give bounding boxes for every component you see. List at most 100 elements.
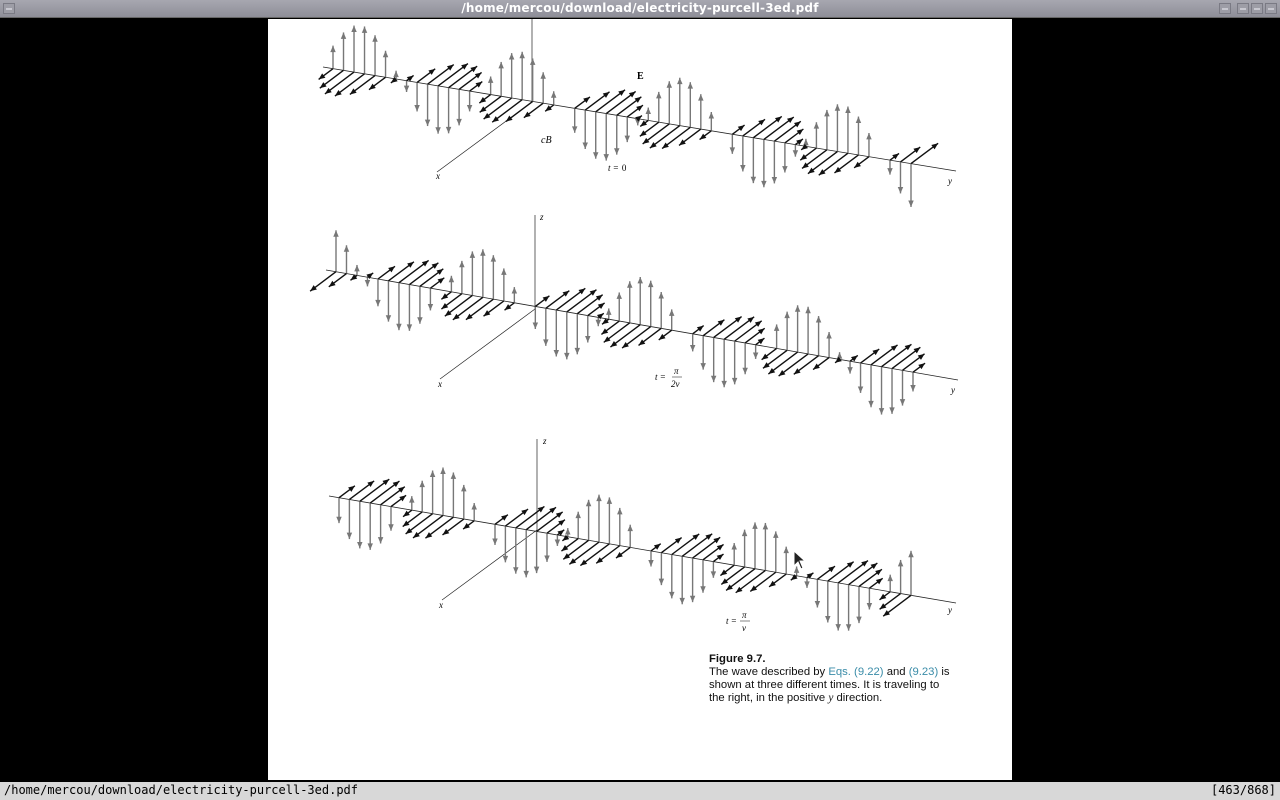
- b-field-arrow: [615, 546, 631, 559]
- arrow-head: [669, 591, 675, 599]
- b-field-arrow: [601, 318, 610, 325]
- e-field-arrow: [627, 524, 633, 548]
- e-field-arrow: [687, 82, 694, 128]
- b-field-arrow: [504, 508, 529, 527]
- b-field-arrow: [767, 351, 799, 375]
- b-field-arrow: [579, 543, 610, 567]
- arrow-head: [372, 35, 378, 42]
- e-field-arrow: [502, 526, 509, 563]
- e-field-arrow: [866, 588, 873, 610]
- arrow-head: [614, 148, 620, 155]
- e-field-arrow: [377, 504, 384, 544]
- arrow-head: [784, 311, 790, 319]
- b-field-arrow: [639, 119, 649, 128]
- arrow-head: [480, 249, 486, 256]
- b-field-arrow: [762, 349, 788, 369]
- b-field-arrow: [584, 91, 610, 111]
- arrow-head: [813, 122, 820, 129]
- b-field-arrow: [349, 74, 376, 96]
- b-field-arrow: [324, 71, 355, 95]
- e-field-arrow: [429, 470, 436, 514]
- minimize-button[interactable]: [1219, 3, 1231, 14]
- b-field-arrow: [369, 480, 400, 504]
- e-field-arrow: [461, 484, 467, 520]
- arrow-head: [750, 176, 757, 184]
- e-field-arrow: [731, 341, 738, 385]
- e-field-arrow: [710, 337, 717, 383]
- b-field-arrow: [719, 564, 735, 577]
- b-field-arrow: [462, 520, 475, 530]
- e-field-arrow: [571, 108, 578, 133]
- arrow-head: [595, 319, 601, 327]
- b-field-arrow: [801, 149, 828, 170]
- e-field-arrow: [742, 342, 748, 375]
- b-field-arrow: [429, 277, 445, 289]
- b-field-arrow: [712, 553, 724, 563]
- arrow-head: [409, 496, 415, 503]
- arrow-head: [824, 109, 830, 117]
- arrow-head: [773, 324, 780, 331]
- arrow-head: [403, 85, 410, 93]
- b-field-arrow: [881, 343, 912, 368]
- b-field-arrow: [505, 100, 534, 123]
- e-field-arrow: [824, 109, 830, 150]
- e-field-arrow: [480, 249, 486, 298]
- arrow-head: [375, 299, 381, 307]
- title-bar[interactable]: /home/mercou/download/electricity-purcel…: [0, 0, 1280, 18]
- pdf-page[interactable]: E cB x y t = 0 z x y t = π 2ν z x y t = π…: [268, 19, 1012, 780]
- arrow-head: [782, 166, 788, 173]
- arrow-head: [845, 624, 852, 631]
- arrow-head: [761, 180, 767, 188]
- e-field-arrow: [375, 279, 381, 307]
- arrow-head: [553, 350, 560, 357]
- b-field-arrow: [368, 76, 386, 91]
- arrow-head: [508, 53, 515, 60]
- arrow-head: [656, 91, 662, 99]
- arrow-head: [440, 467, 446, 474]
- e-field-arrow: [658, 292, 664, 329]
- e-field-arrow: [700, 559, 706, 593]
- e-field-arrow: [783, 546, 789, 575]
- b-field-arrow: [402, 509, 413, 518]
- maximize-button[interactable]: [1237, 3, 1249, 14]
- arrow-head: [677, 77, 683, 85]
- b-field-arrow: [734, 320, 763, 342]
- shade-button[interactable]: [1251, 3, 1263, 14]
- status-file-path: /home/mercou/download/electricity-purcel…: [4, 783, 359, 797]
- eq-link-9-23[interactable]: (9.23): [909, 666, 939, 678]
- arrow-head: [648, 560, 654, 567]
- x-axis-label-3: x: [438, 600, 443, 610]
- b-field-arrow: [556, 529, 565, 536]
- e-field-arrow: [490, 255, 497, 300]
- arrow-head: [700, 363, 706, 370]
- arrow-head: [429, 470, 436, 477]
- e-field-arrow: [419, 480, 425, 512]
- arrow-head: [543, 339, 549, 346]
- arrow-head: [596, 494, 602, 502]
- e-field-arrow: [382, 50, 389, 78]
- arrow-head: [354, 264, 360, 272]
- e-field-arrow: [330, 45, 336, 69]
- arrow-head: [627, 524, 633, 532]
- arrow-head: [450, 472, 457, 479]
- e-field-arrow: [498, 61, 504, 97]
- eq-link-9-22[interactable]: Eqs. (9.22): [828, 666, 883, 678]
- arrow-head: [417, 317, 423, 324]
- arrow-head: [571, 126, 578, 133]
- arrow-head: [721, 380, 727, 388]
- e-field-arrow: [396, 282, 402, 331]
- e-field-arrow: [445, 87, 452, 134]
- e-field-arrow: [897, 161, 904, 194]
- b-field-arrow: [348, 480, 375, 501]
- b-field-arrow: [713, 315, 743, 339]
- arrow-head: [710, 375, 717, 383]
- e-field-arrow: [466, 91, 473, 112]
- close-button[interactable]: [1265, 3, 1277, 14]
- arrow-head: [887, 574, 893, 582]
- wave-panel-t-pi-nu: [328, 439, 957, 631]
- e-field-arrow: [361, 26, 368, 74]
- b-field-arrow: [773, 120, 802, 142]
- arrow-head: [351, 25, 357, 33]
- b-field-arrow: [735, 569, 766, 594]
- b-field-arrow: [882, 594, 912, 617]
